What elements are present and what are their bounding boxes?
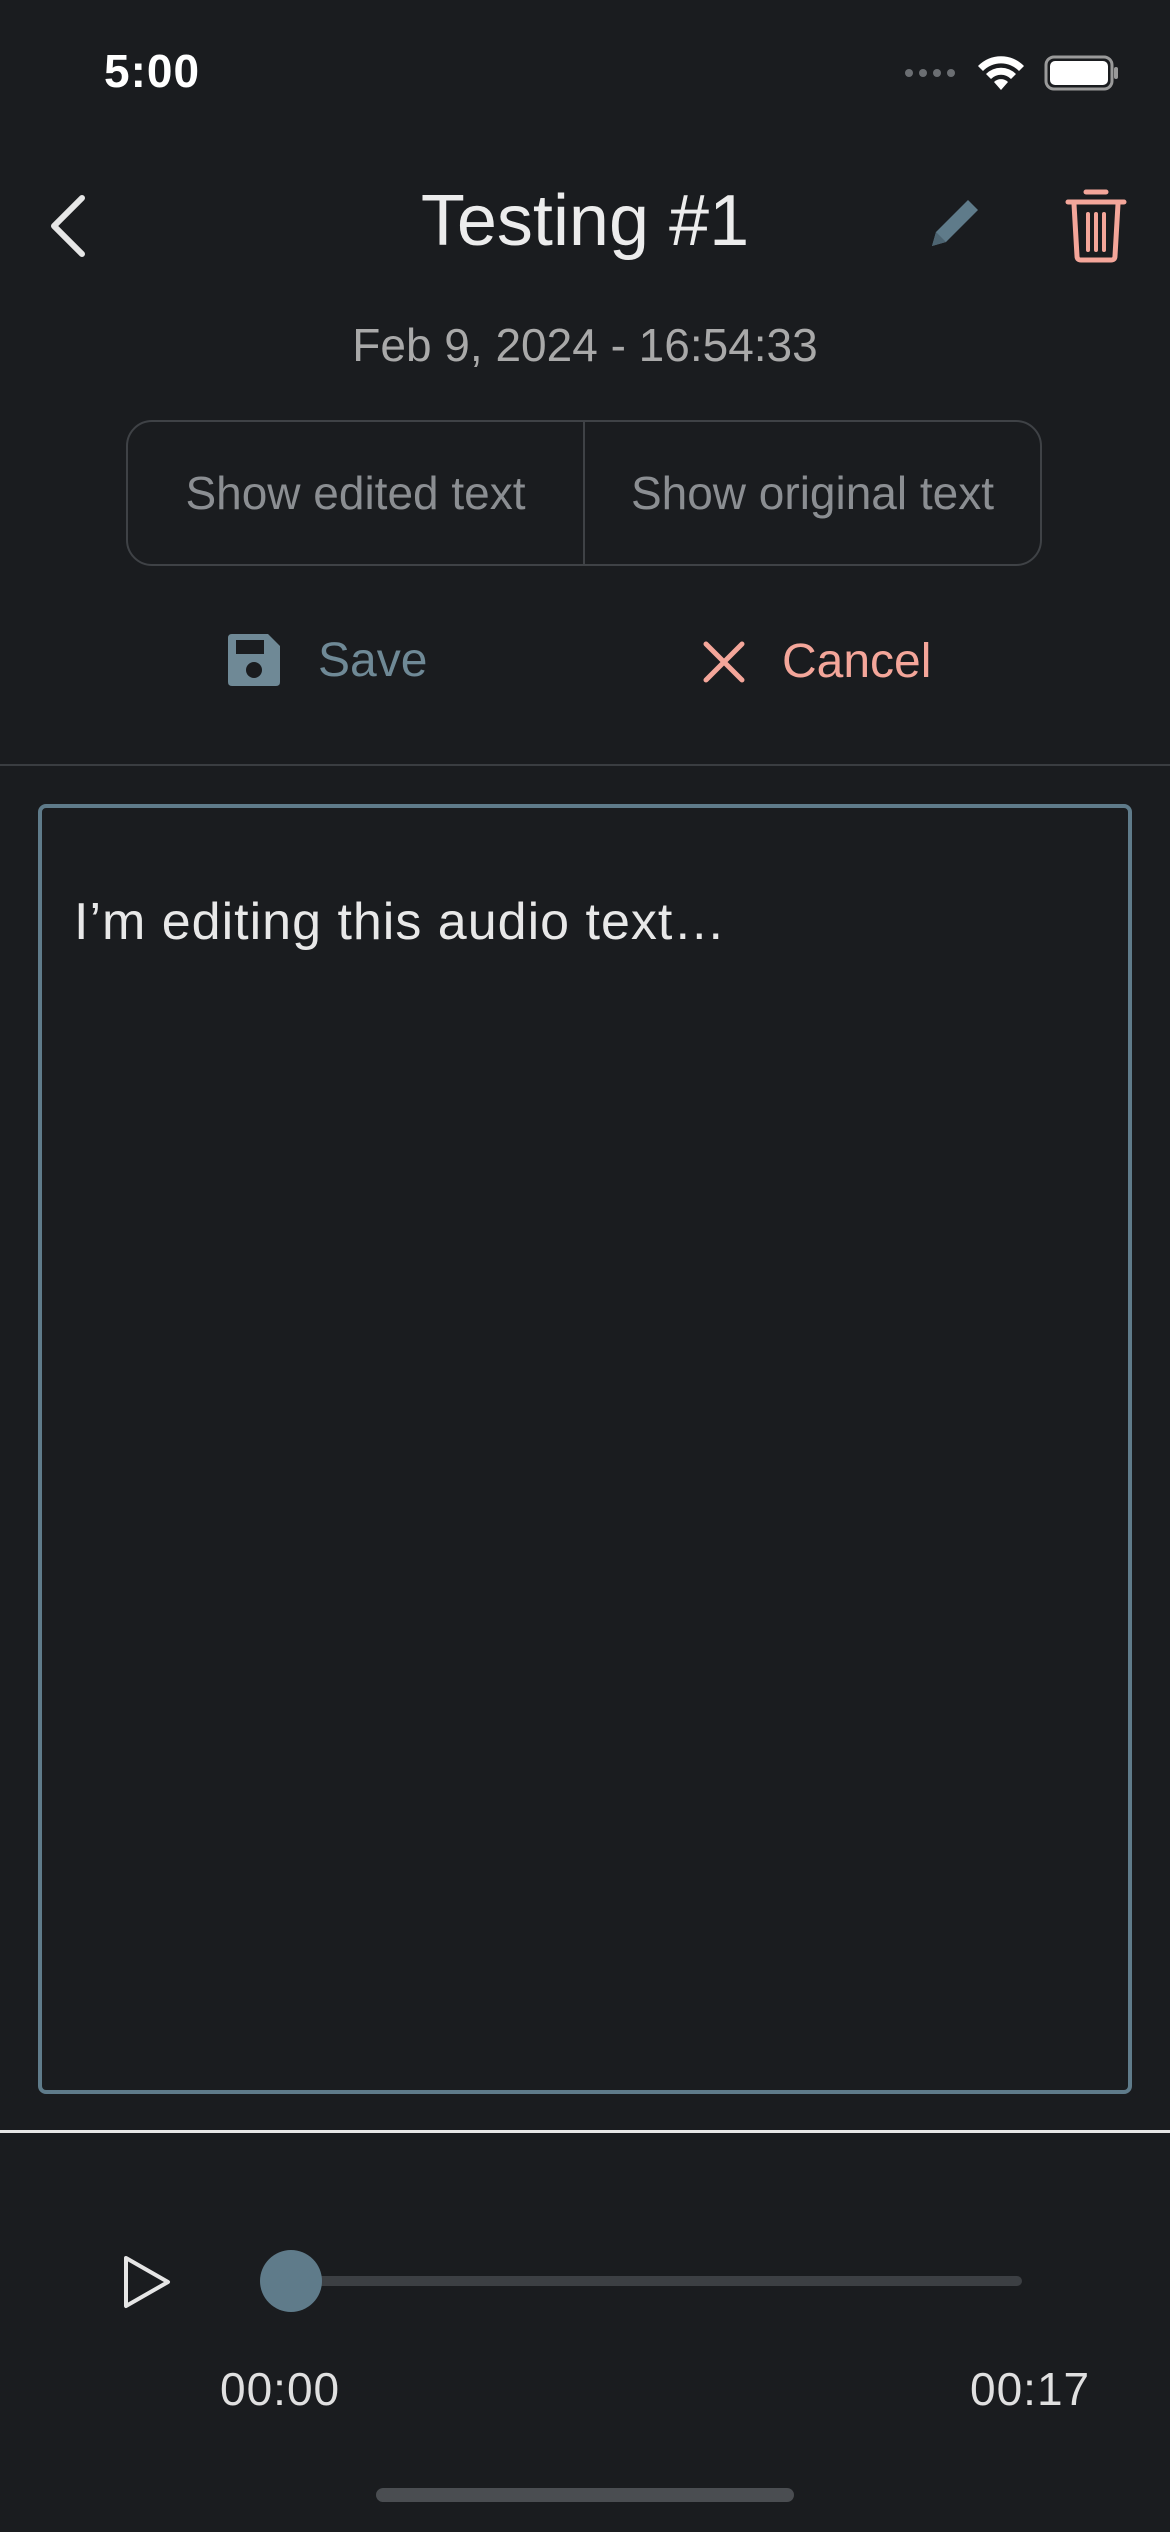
wifi-icon <box>978 56 1024 90</box>
delete-button[interactable] <box>1064 186 1128 264</box>
save-button[interactable]: Save <box>224 630 427 690</box>
divider <box>0 2130 1170 2133</box>
close-icon <box>703 641 745 682</box>
show-original-text-option[interactable]: Show original text <box>583 422 1040 564</box>
edit-button[interactable] <box>918 190 988 260</box>
current-time: 00:00 <box>220 2363 341 2415</box>
recording-date: Feb 9, 2024 - 16:54:33 <box>352 319 818 371</box>
save-icon <box>228 634 280 686</box>
status-icons <box>904 54 1120 92</box>
text-view-toggle: Show edited text Show original text <box>126 420 1042 566</box>
divider <box>0 764 1170 766</box>
battery-icon <box>1044 55 1118 91</box>
playback-progress-thumb[interactable] <box>260 2250 322 2312</box>
duration-time: 00:17 <box>970 2363 1091 2415</box>
page-title: Testing #1 <box>420 181 750 261</box>
cancel-label: Cancel <box>782 635 932 688</box>
status-time: 5:00 <box>104 45 201 97</box>
trash-icon <box>1065 189 1127 263</box>
home-indicator[interactable] <box>376 2488 794 2502</box>
pencil-icon <box>932 200 978 246</box>
transcript-text-editor[interactable]: I’m editing this audio text… <box>38 804 1132 2094</box>
signal-icon <box>905 69 955 77</box>
playback-progress-track[interactable] <box>290 2276 1022 2286</box>
show-edited-text-option[interactable]: Show edited text <box>128 422 583 564</box>
save-label: Save <box>318 633 428 687</box>
play-button[interactable] <box>120 2252 174 2312</box>
cancel-button[interactable]: Cancel <box>700 634 931 689</box>
play-icon <box>124 2256 170 2308</box>
